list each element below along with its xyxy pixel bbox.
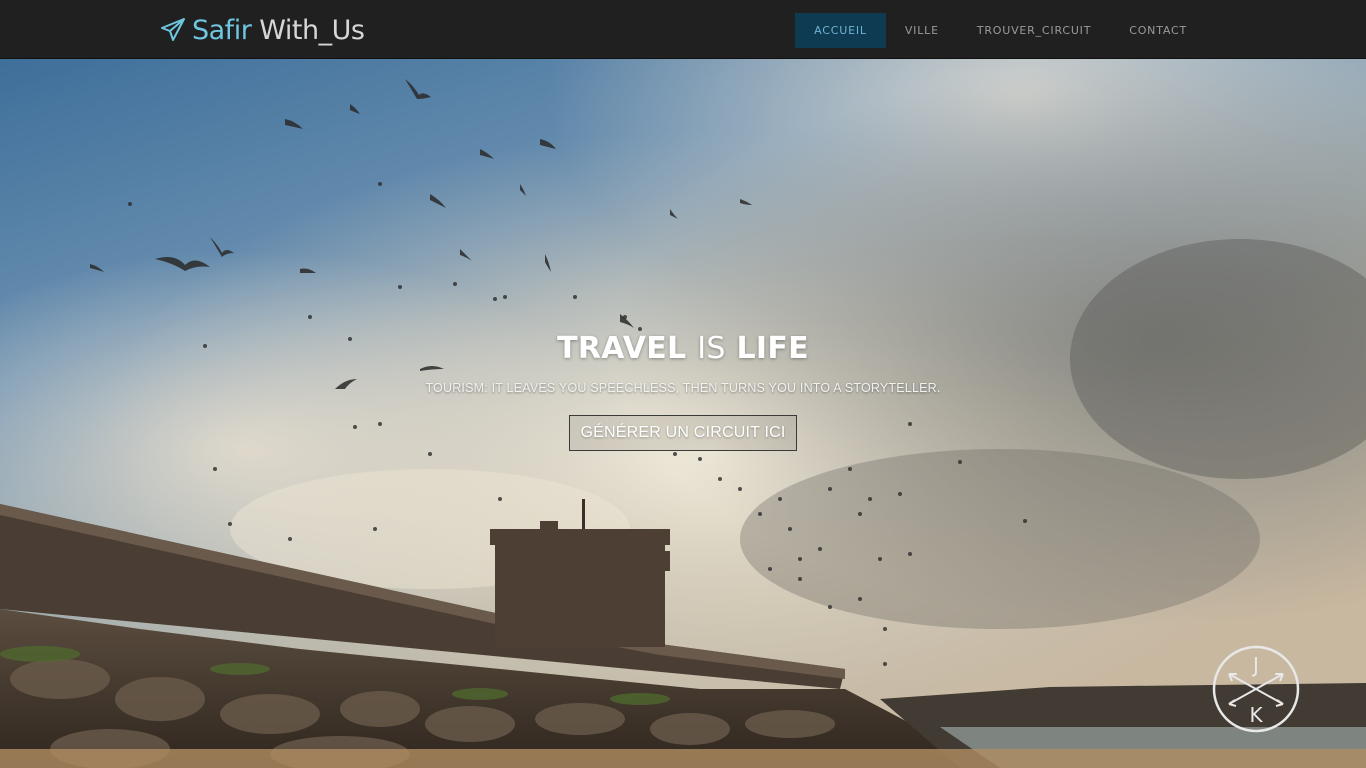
jk-watermark-logo: J K [1212,645,1300,733]
generate-circuit-button[interactable]: GÉNÉRER UN CIRCUIT ICI [569,415,797,451]
brand-name-part2: With_Us [259,14,365,46]
nav-link-trouver-circuit[interactable]: TROUVER_CIRCUIT [958,13,1110,48]
top-navbar: Safir With_Us ACCUEIL VILLE TROUVER_CIRC… [0,0,1366,59]
hero-content: TRAVEL IS LIFE TOURISM: IT LEAVES YOU SP… [0,331,1366,451]
brand-logo-link[interactable]: Safir With_Us [160,13,365,47]
brand-name-part1: Safir [192,14,252,46]
hero-title: TRAVEL IS LIFE [0,331,1366,367]
nav-link-contact[interactable]: CONTACT [1110,13,1206,48]
hero-title-word-life: LIFE [736,331,809,366]
watermark-letter-top: J [1251,653,1259,677]
hero-section: TRAVEL IS LIFE TOURISM: IT LEAVES YOU SP… [0,59,1366,768]
nav-link-accueil[interactable]: ACCUEIL [795,13,886,48]
hero-subtitle: TOURISM: IT LEAVES YOU SPEECHLESS, THEN … [425,381,941,395]
paper-plane-icon [161,18,185,41]
watermark-letter-bottom: K [1249,703,1263,727]
nav-menu: ACCUEIL VILLE TROUVER_CIRCUIT CONTACT [795,13,1206,48]
hero-title-word-travel: TRAVEL [557,331,687,366]
hero-title-word-is: IS [697,331,726,366]
nav-link-ville[interactable]: VILLE [886,13,958,48]
